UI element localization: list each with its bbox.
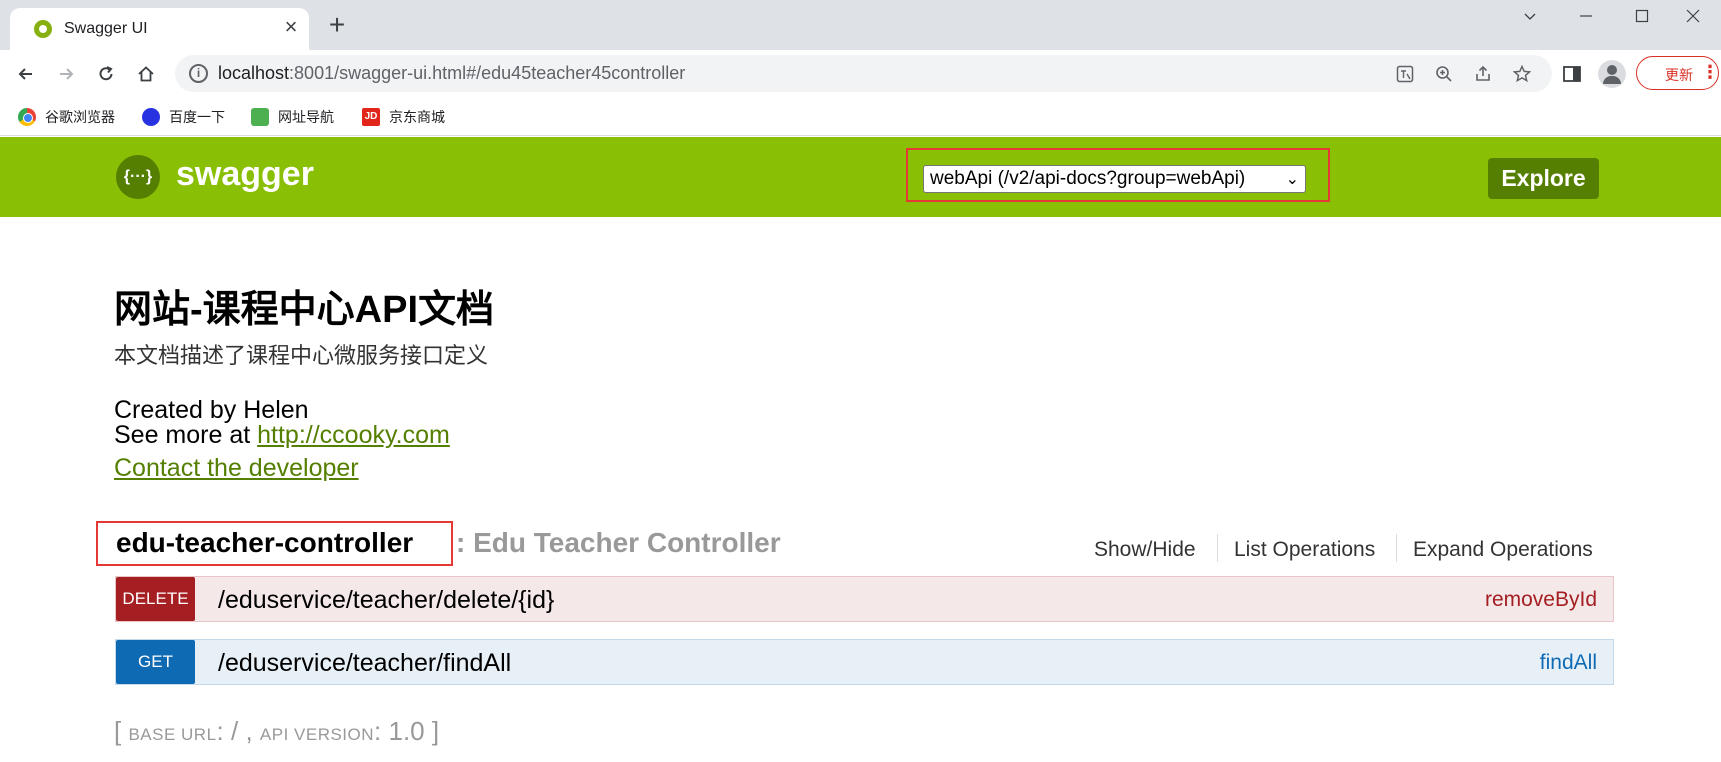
maximize-icon[interactable]: [1614, 0, 1670, 32]
action-divider: [1396, 534, 1397, 562]
profile-avatar[interactable]: [1598, 60, 1626, 88]
swagger-favicon-icon: [34, 20, 52, 38]
bookmark-star-icon[interactable]: [1511, 63, 1533, 85]
method-badge[interactable]: GET: [116, 640, 195, 684]
url-text[interactable]: localhost:8001/swagger-ui.html#/edu45tea…: [218, 63, 685, 84]
explore-button[interactable]: Explore: [1488, 158, 1599, 199]
contact-developer-link[interactable]: Contact the developer: [114, 454, 359, 483]
reload-icon[interactable]: [92, 60, 120, 88]
share-icon[interactable]: [1472, 63, 1494, 85]
more-menu-icon: ⋮: [1701, 62, 1719, 82]
zoom-icon[interactable]: [1433, 63, 1455, 85]
operation-get[interactable]: GET /eduservice/teacher/findAll findAll: [115, 639, 1614, 685]
see-more: See more at http://ccooky.com: [114, 421, 450, 449]
expand-operations-link[interactable]: Expand Operations: [1413, 538, 1593, 562]
forward-arrow-icon[interactable]: [52, 60, 80, 88]
see-more-link[interactable]: http://ccooky.com: [257, 421, 450, 449]
address-bar[interactable]: i localhost:8001/swagger-ui.html#/edu45t…: [175, 55, 1552, 92]
minimize-icon[interactable]: [1558, 0, 1614, 32]
method-badge[interactable]: DELETE: [116, 577, 195, 621]
base-url-footer: [ BASE URL: / , API VERSION: 1.0 ]: [114, 716, 440, 746]
controller-description: : Edu Teacher Controller: [456, 527, 781, 558]
action-divider: [1217, 534, 1218, 562]
update-button[interactable]: 更新 ⋮: [1636, 56, 1719, 90]
baidu-paw-icon: [142, 108, 160, 126]
chrome-icon: [18, 108, 36, 126]
page-title: 网站-课程中心API文档: [114, 289, 495, 331]
operation-path[interactable]: /eduservice/teacher/findAll: [218, 649, 511, 678]
list-operations-link[interactable]: List Operations: [1234, 538, 1375, 562]
swagger-header: {···} swagger webApi (/v2/api-docs?group…: [0, 137, 1721, 217]
chevron-down-icon[interactable]: [1502, 0, 1558, 32]
bookmark-chrome[interactable]: 谷歌浏览器: [18, 107, 115, 127]
tab-close-icon[interactable]: ×: [280, 16, 302, 38]
operation-nickname[interactable]: findAll: [1540, 651, 1597, 675]
tab-strip: Swagger UI × +: [0, 0, 1721, 50]
back-arrow-icon[interactable]: [12, 60, 40, 88]
operation-delete[interactable]: DELETE /eduservice/teacher/delete/{id} r…: [115, 576, 1614, 622]
operation-nickname[interactable]: removeById: [1485, 588, 1597, 612]
side-panel-icon[interactable]: [1560, 62, 1584, 86]
browser-toolbar: i localhost:8001/swagger-ui.html#/edu45t…: [0, 50, 1721, 98]
show-hide-link[interactable]: Show/Hide: [1094, 538, 1196, 562]
controller-highlight-box: [96, 521, 453, 566]
bookmark-nav[interactable]: 网址导航: [251, 107, 334, 127]
translate-icon[interactable]: [1394, 63, 1416, 85]
tab-title: Swagger UI: [64, 20, 148, 37]
site-info-icon[interactable]: i: [189, 64, 208, 83]
bookmarks-bar: 谷歌浏览器 百度一下 网址导航 JD 京东商城: [0, 98, 1721, 136]
home-icon[interactable]: [132, 60, 160, 88]
operation-path[interactable]: /eduservice/teacher/delete/{id}: [218, 586, 554, 615]
browser-tab[interactable]: Swagger UI ×: [10, 8, 309, 50]
swagger-brand[interactable]: swagger: [176, 155, 314, 194]
bookmark-baidu[interactable]: 百度一下: [142, 107, 225, 127]
select-highlight-box: [906, 148, 1330, 202]
swagger-logo-icon[interactable]: {···}: [116, 155, 160, 199]
bookmark-jd[interactable]: JD 京东商城: [362, 107, 445, 127]
new-tab-button[interactable]: +: [323, 11, 351, 40]
api-description: 本文档描述了课程中心微服务接口定义: [114, 343, 489, 368]
jd-icon: JD: [362, 108, 380, 126]
window-close-icon[interactable]: [1665, 0, 1721, 32]
nav-2345-icon: [251, 108, 269, 126]
